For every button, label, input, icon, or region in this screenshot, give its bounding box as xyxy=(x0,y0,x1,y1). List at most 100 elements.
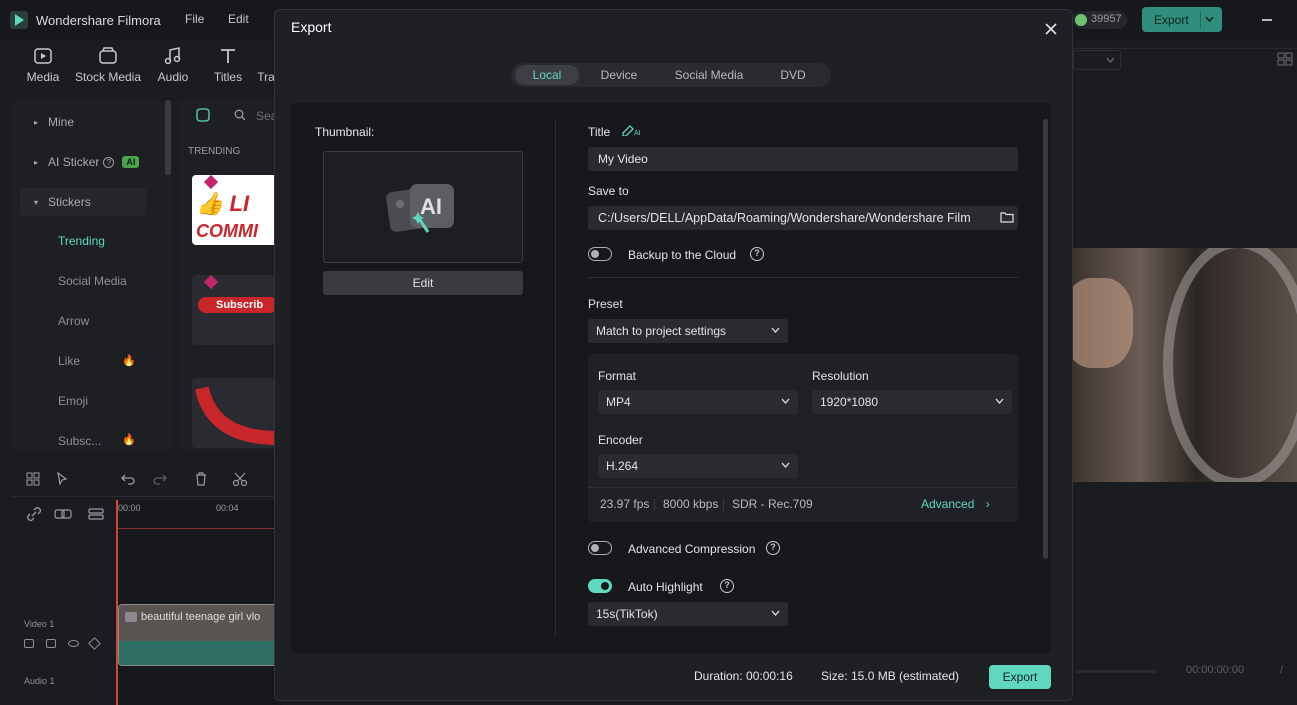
premium-gem-icon xyxy=(203,175,219,190)
delete-icon[interactable] xyxy=(194,471,208,487)
layout-icon[interactable] xyxy=(26,472,40,486)
tab-social-media[interactable]: Social Media xyxy=(661,65,757,85)
spec-separator xyxy=(723,499,724,511)
menu-file[interactable]: File xyxy=(185,12,204,26)
tool-stock-media[interactable]: Stock Media xyxy=(73,46,143,84)
cut-icon[interactable] xyxy=(232,471,248,487)
unlink-icon[interactable] xyxy=(26,506,42,522)
subcategory-emoji[interactable]: Emoji xyxy=(58,394,88,408)
tool-media[interactable]: Media xyxy=(8,46,78,84)
thumbnail-preview[interactable]: AI xyxy=(323,151,523,263)
advanced-compression-toggle[interactable] xyxy=(588,541,612,555)
menu-edit[interactable]: Edit xyxy=(228,12,249,26)
stock-media-icon xyxy=(99,47,117,64)
folder-icon[interactable] xyxy=(24,639,34,648)
sticker-filter-icon[interactable] xyxy=(196,108,210,122)
sticker-like-comment[interactable]: 👍 LI COMMI xyxy=(192,175,278,245)
caret-right-icon: ▸ xyxy=(34,157,39,167)
minimize-icon[interactable] xyxy=(1262,19,1272,21)
sticker-arc[interactable] xyxy=(192,378,278,448)
tool-transitions-label: Tra xyxy=(257,70,275,84)
color-space-spec: SDR - Rec.709 xyxy=(732,497,813,511)
credits-icon xyxy=(1075,14,1087,26)
resolution-select[interactable]: 1920*1080 xyxy=(812,390,1012,414)
advanced-settings-link[interactable]: Advanced › xyxy=(921,497,990,511)
grid-view-icon[interactable] xyxy=(1277,52,1293,66)
timeline-divider xyxy=(12,496,282,497)
bitrate-spec: 8000 kbps xyxy=(663,497,719,511)
folder-icon[interactable] xyxy=(1000,211,1014,223)
help-icon[interactable]: ? xyxy=(750,247,764,261)
close-button[interactable] xyxy=(1040,18,1062,40)
speaker-icon[interactable] xyxy=(46,639,56,648)
track-icon[interactable] xyxy=(88,507,104,521)
caret-down-icon: ▾ xyxy=(34,197,39,207)
top-export-button[interactable]: Export xyxy=(1142,7,1222,32)
tab-dvd[interactable]: DVD xyxy=(761,65,825,85)
redo-icon[interactable] xyxy=(152,472,168,486)
tool-titles-label: Titles xyxy=(213,70,243,84)
panel-scrollbar[interactable] xyxy=(165,100,171,175)
advanced-label: Advanced xyxy=(921,497,975,511)
format-value: MP4 xyxy=(606,395,631,409)
preview-quality-select[interactable] xyxy=(1073,50,1121,70)
person-face xyxy=(1073,278,1133,368)
save-path-field[interactable]: C:/Users/DELL/AppData/Roaming/Wondershar… xyxy=(588,206,1018,230)
help-icon[interactable]: ? xyxy=(766,541,780,555)
resolution-label: Resolution xyxy=(812,369,869,383)
backup-cloud-toggle[interactable] xyxy=(588,247,612,261)
video-preview[interactable] xyxy=(1073,248,1297,482)
category-mine[interactable]: ▸ Mine xyxy=(20,108,146,136)
subcategory-trending[interactable]: Trending xyxy=(58,234,105,248)
auto-highlight-select[interactable]: 15s(TikTok) xyxy=(588,602,788,626)
effect-icon[interactable] xyxy=(88,637,101,650)
subcategory-arrow[interactable]: Arrow xyxy=(58,314,89,328)
preset-select[interactable]: Match to project settings xyxy=(588,319,788,343)
format-settings: Format MP4 Resolution 1920*1080 Encoder … xyxy=(588,354,1018,522)
category-ai-sticker-label: AI Sticker xyxy=(48,155,100,169)
toggle-knob xyxy=(591,249,599,258)
tab-local[interactable]: Local xyxy=(515,65,579,85)
toggle-knob xyxy=(591,543,599,552)
settings-scrollbar[interactable] xyxy=(1043,119,1048,559)
chevron-down-icon xyxy=(781,398,790,404)
video-clip-icon xyxy=(125,612,137,622)
credits-badge[interactable]: 39957 xyxy=(1073,11,1127,29)
spec-separator xyxy=(654,499,655,511)
auto-highlight-toggle[interactable] xyxy=(588,579,612,593)
ai-title-icon[interactable]: AI xyxy=(621,122,643,136)
subcategory-subscribe[interactable]: Subsc... xyxy=(58,434,101,448)
export-button[interactable]: Export xyxy=(989,665,1051,689)
timeline-tracks[interactable] xyxy=(116,500,282,705)
link-icon[interactable] xyxy=(54,507,72,521)
preview-timecode: 00:00:00:00 xyxy=(1186,664,1245,676)
category-stickers[interactable]: ▾ Stickers xyxy=(20,188,146,216)
auto-highlight-label: Auto Highlight xyxy=(628,580,703,594)
spec-divider xyxy=(588,487,1018,488)
resolution-value: 1920*1080 xyxy=(820,395,879,409)
video-clip[interactable]: beautiful teenage girl vlo xyxy=(118,604,282,666)
help-icon[interactable]: ? xyxy=(720,579,734,593)
eye-icon[interactable] xyxy=(68,640,79,647)
subcategory-social-media[interactable]: Social Media xyxy=(58,274,127,288)
undo-icon[interactable] xyxy=(120,472,136,486)
preview-progress[interactable] xyxy=(1076,670,1156,673)
format-select[interactable]: MP4 xyxy=(598,390,798,414)
chevron-down-icon[interactable] xyxy=(1205,16,1214,22)
playhead[interactable] xyxy=(116,500,118,705)
subcategory-like[interactable]: Like xyxy=(58,354,80,368)
track-controls[interactable] xyxy=(24,637,101,650)
tab-device[interactable]: Device xyxy=(585,65,653,85)
select-tool-icon[interactable] xyxy=(56,472,72,486)
title-input[interactable]: My Video xyxy=(588,147,1018,171)
search-icon[interactable] xyxy=(234,109,246,121)
timecode-separator: / xyxy=(1280,664,1284,676)
encoder-select[interactable]: H.264 xyxy=(598,454,798,478)
thumbnail-label: Thumbnail: xyxy=(315,125,375,139)
sticker-subscribe[interactable]: Subscrib xyxy=(192,275,278,345)
save-to-label: Save to xyxy=(588,184,629,198)
category-ai-sticker[interactable]: ▸ AI Sticker ? AI xyxy=(20,148,146,176)
edit-thumbnail-button[interactable]: Edit xyxy=(323,271,523,295)
backup-cloud-label: Backup to the Cloud xyxy=(628,248,737,262)
top-export-label: Export xyxy=(1154,13,1189,27)
